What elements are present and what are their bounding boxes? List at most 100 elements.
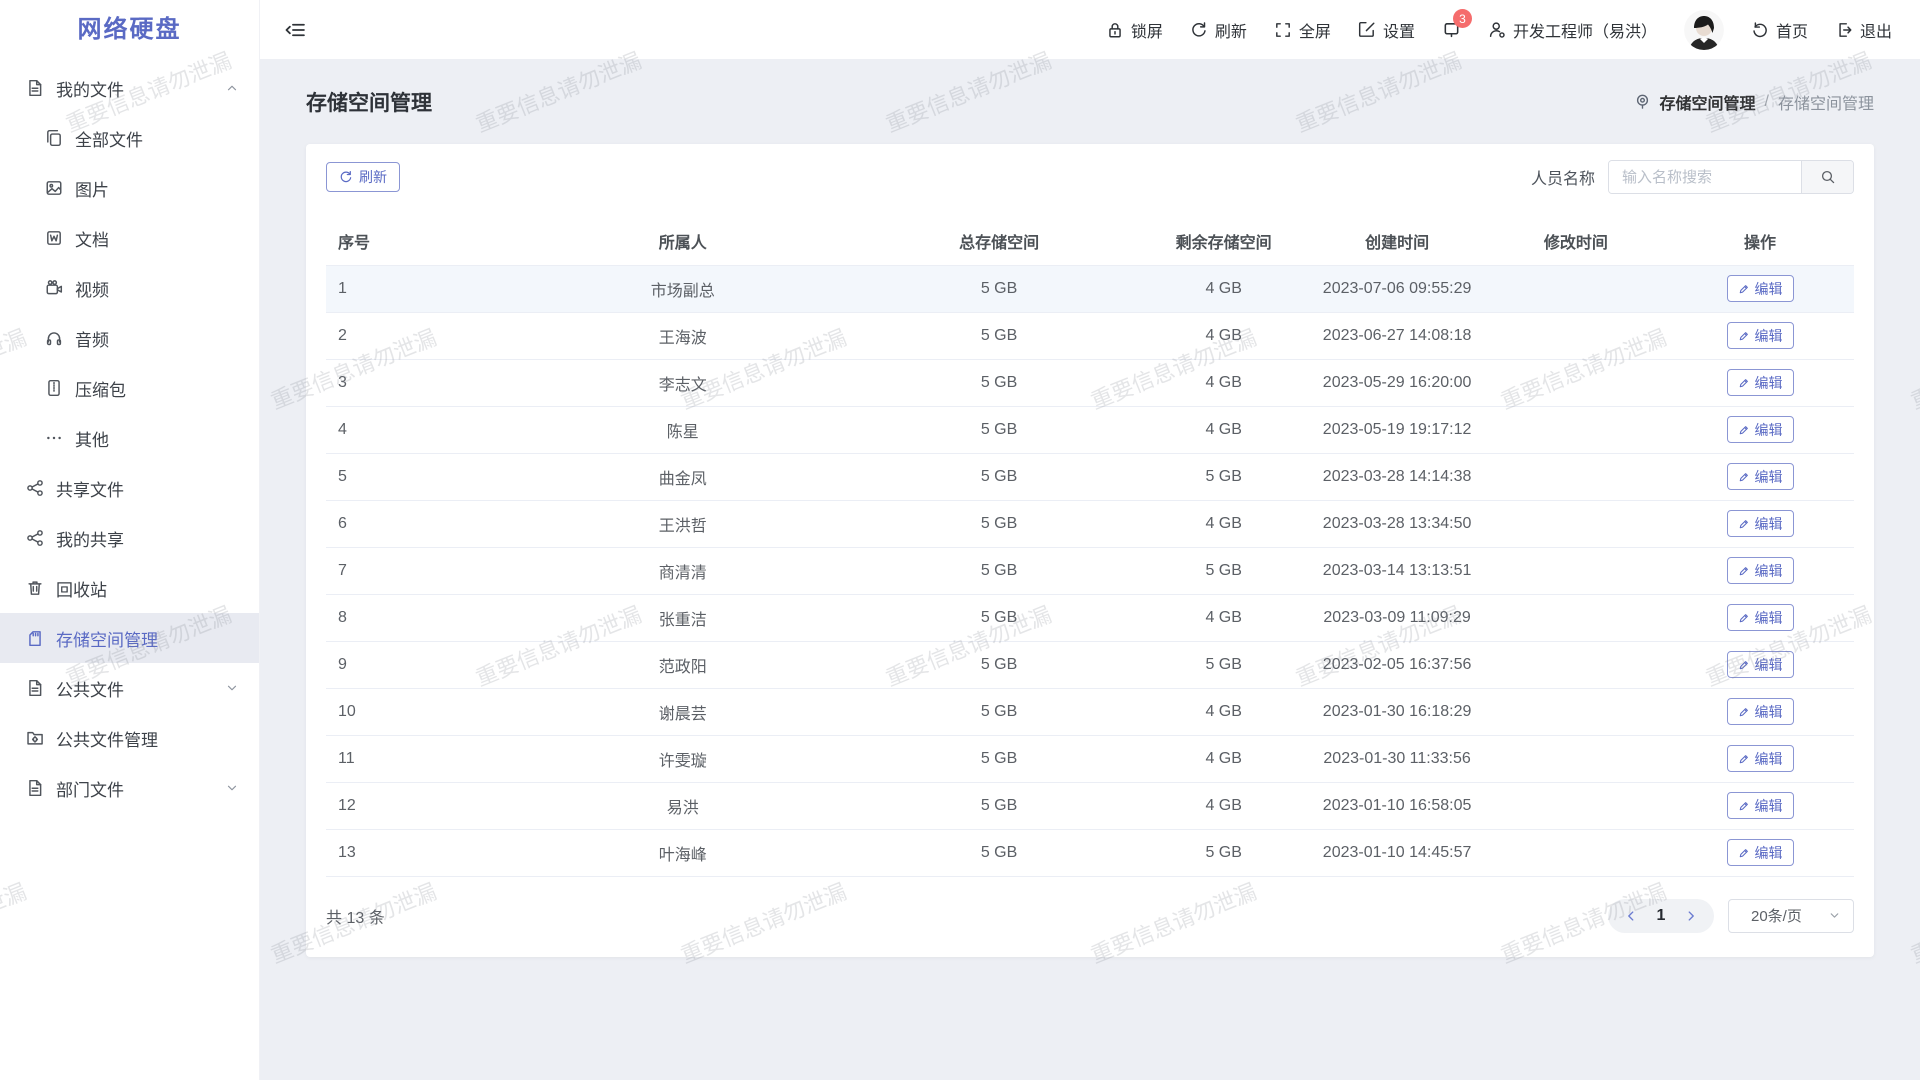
edit-button[interactable]: 编辑 [1727, 839, 1794, 866]
cell-remaining-storage: 4 GB [1139, 594, 1309, 641]
prev-page-button[interactable] [1616, 909, 1646, 923]
total-count-label: 共 13 条 [326, 904, 385, 928]
refresh-page-button[interactable]: 刷新 [1190, 18, 1247, 42]
edit-button-label: 编辑 [1755, 326, 1783, 346]
edit-button[interactable]: 编辑 [1727, 651, 1794, 678]
logout-label: 退出 [1860, 18, 1892, 42]
cell-owner: 谢晨芸 [506, 688, 859, 735]
main-area: 锁屏 刷新 全屏 设置 3 开发工程师（易洪） [260, 0, 1920, 1080]
cell-created-time: 2023-03-09 11:09:29 [1308, 594, 1485, 641]
cell-total-storage: 5 GB [859, 829, 1139, 876]
sidebar-item-label: 压缩包 [75, 376, 239, 401]
edit-button[interactable]: 编辑 [1727, 604, 1794, 631]
sidebar-item-other[interactable]: 其他 [0, 413, 259, 463]
settings-button[interactable]: 设置 [1358, 18, 1415, 42]
cell-created-time: 2023-06-27 14:08:18 [1308, 312, 1485, 359]
sidebar-item-public-files-management[interactable]: 公共文件管理 [0, 713, 259, 763]
sidebar-item-recycle-bin[interactable]: 回收站 [0, 563, 259, 613]
sidebar-item-pictures[interactable]: 图片 [0, 163, 259, 213]
breadcrumb-separator: / [1765, 93, 1769, 111]
cell-actions: 编辑 [1666, 453, 1854, 500]
pencil-icon [1738, 330, 1750, 342]
table-row: 9 范政阳 5 GB 5 GB 2023-02-05 16:37:56 编辑 [326, 641, 1854, 688]
sidebar-item-shared-files[interactable]: 共享文件 [0, 463, 259, 513]
cell-actions: 编辑 [1666, 312, 1854, 359]
cell-no: 10 [326, 688, 506, 735]
edit-button-label: 编辑 [1755, 608, 1783, 628]
sidebar-item-all-files[interactable]: 全部文件 [0, 113, 259, 163]
sidebar-item-public-files[interactable]: 公共文件 [0, 663, 259, 713]
pencil-icon [1738, 565, 1750, 577]
search-input[interactable] [1609, 161, 1801, 193]
sidebar-item-storage-management[interactable]: 存储空间管理 [0, 613, 259, 663]
edit-button[interactable]: 编辑 [1727, 745, 1794, 772]
sidebar-item-videos[interactable]: 视频 [0, 263, 259, 313]
cell-remaining-storage: 4 GB [1139, 406, 1309, 453]
cell-total-storage: 5 GB [859, 782, 1139, 829]
column-header-actions: 操作 [1666, 218, 1854, 265]
edit-button[interactable]: 编辑 [1727, 416, 1794, 443]
edit-button[interactable]: 编辑 [1727, 698, 1794, 725]
undo-arrow-icon [1751, 21, 1769, 39]
chevron-down-icon [225, 781, 239, 795]
cell-total-storage: 5 GB [859, 500, 1139, 547]
cell-modified-time [1486, 312, 1666, 359]
edit-button[interactable]: 编辑 [1727, 557, 1794, 584]
files-icon [44, 128, 64, 148]
column-header-total: 总存储空间 [859, 218, 1139, 265]
cell-total-storage: 5 GB [859, 641, 1139, 688]
cell-no: 7 [326, 547, 506, 594]
doc-icon [44, 228, 64, 248]
pencil-icon [1738, 612, 1750, 624]
sidebar-item-my-files[interactable]: 我的文件 [0, 63, 259, 113]
page-size-select[interactable]: 20条/页 [1728, 899, 1854, 933]
edit-button[interactable]: 编辑 [1727, 275, 1794, 302]
lock-icon [1106, 21, 1124, 39]
pencil-icon [1738, 283, 1750, 295]
breadcrumb-root[interactable]: 存储空间管理 [1660, 90, 1756, 114]
cell-no: 13 [326, 829, 506, 876]
sidebar-item-label: 公共文件 [56, 676, 225, 701]
notification-button[interactable]: 3 [1442, 20, 1461, 39]
user-avatar[interactable] [1684, 10, 1724, 50]
edit-button-label: 编辑 [1755, 796, 1783, 816]
edit-button-label: 编辑 [1755, 655, 1783, 675]
lock-screen-button[interactable]: 锁屏 [1106, 18, 1163, 42]
refresh-table-button[interactable]: 刷新 [326, 162, 400, 192]
edit-button[interactable]: 编辑 [1727, 510, 1794, 537]
cell-actions: 编辑 [1666, 265, 1854, 312]
table-row: 5 曲金凤 5 GB 5 GB 2023-03-28 14:14:38 编辑 [326, 453, 1854, 500]
sidebar-item-label: 音频 [75, 326, 239, 351]
logout-button[interactable]: 退出 [1835, 18, 1892, 42]
next-page-button[interactable] [1676, 909, 1706, 923]
search-button[interactable] [1801, 161, 1853, 193]
cell-no: 5 [326, 453, 506, 500]
home-button[interactable]: 首页 [1751, 18, 1808, 42]
sidebar-item-my-shares[interactable]: 我的共享 [0, 513, 259, 563]
sidebar-item-department-files[interactable]: 部门文件 [0, 763, 259, 813]
user-role-name[interactable]: 开发工程师（易洪） [1488, 18, 1657, 42]
cell-actions: 编辑 [1666, 782, 1854, 829]
table-row: 13 叶海峰 5 GB 5 GB 2023-01-10 14:45:57 编辑 [326, 829, 1854, 876]
cell-owner: 易洪 [506, 782, 859, 829]
cell-modified-time [1486, 359, 1666, 406]
fullscreen-button[interactable]: 全屏 [1274, 18, 1331, 42]
edit-button[interactable]: 编辑 [1727, 322, 1794, 349]
notification-badge: 3 [1453, 9, 1472, 28]
collapse-menu-icon[interactable] [284, 19, 306, 41]
sidebar-item-documents[interactable]: 文档 [0, 213, 259, 263]
table-row: 1 市场副总 5 GB 4 GB 2023-07-06 09:55:29 编辑 [326, 265, 1854, 312]
edit-button[interactable]: 编辑 [1727, 792, 1794, 819]
cell-owner: 陈星 [506, 406, 859, 453]
cell-modified-time [1486, 594, 1666, 641]
sidebar-item-audio[interactable]: 音频 [0, 313, 259, 363]
table-card: 刷新 人员名称 [306, 144, 1874, 957]
edit-button[interactable]: 编辑 [1727, 369, 1794, 396]
edit-button-label: 编辑 [1755, 702, 1783, 722]
cell-total-storage: 5 GB [859, 547, 1139, 594]
current-page-number[interactable]: 1 [1646, 907, 1676, 925]
headphones-icon [44, 328, 64, 348]
sidebar-item-archives[interactable]: 压缩包 [0, 363, 259, 413]
folder-gear-icon [25, 728, 45, 748]
edit-button[interactable]: 编辑 [1727, 463, 1794, 490]
